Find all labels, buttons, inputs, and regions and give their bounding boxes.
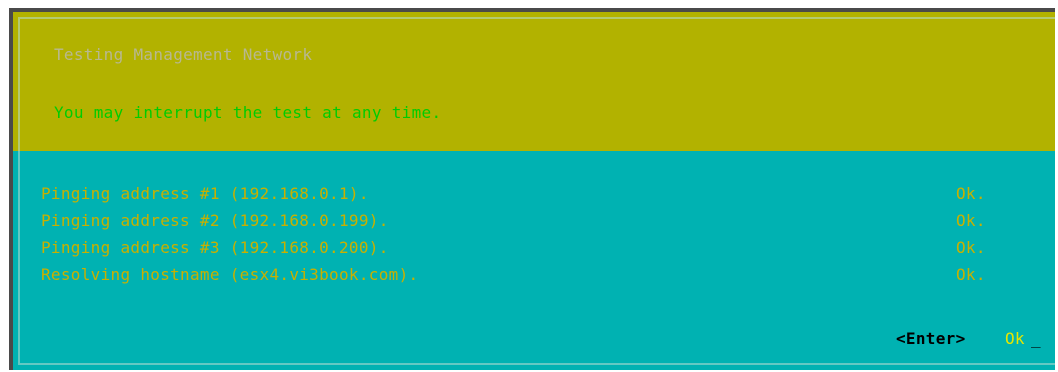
result-status: Ok. bbox=[956, 265, 986, 284]
dialog-header bbox=[13, 12, 1055, 151]
dcui-dialog: Testing Management Network You may inter… bbox=[13, 12, 1055, 370]
result-status: Ok. bbox=[956, 211, 986, 230]
result-text: Pinging address #1 (192.168.0.1). bbox=[41, 184, 369, 203]
console-frame: Testing Management Network You may inter… bbox=[9, 8, 1055, 370]
result-status: Ok. bbox=[956, 184, 986, 203]
dialog-subtitle: You may interrupt the test at any time. bbox=[54, 103, 442, 122]
result-text: Pinging address #3 (192.168.0.200). bbox=[41, 238, 389, 257]
result-status: Ok. bbox=[956, 238, 986, 257]
dialog-title: Testing Management Network bbox=[54, 45, 313, 64]
result-text: Resolving hostname (esx4.vi3book.com). bbox=[41, 265, 419, 284]
ok-button[interactable]: Ok bbox=[1005, 329, 1025, 349]
result-text: Pinging address #2 (192.168.0.199). bbox=[41, 211, 389, 230]
enter-key-hint: <Enter> bbox=[896, 329, 966, 348]
text-cursor: _ bbox=[1031, 329, 1041, 348]
